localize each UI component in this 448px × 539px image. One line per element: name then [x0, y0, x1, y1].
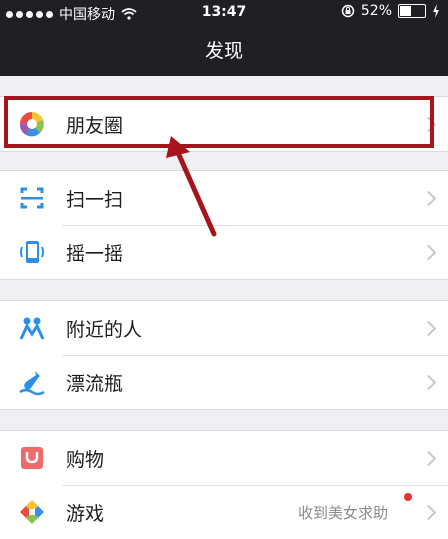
menu-item-scan[interactable]: 扫一扫 [0, 171, 448, 225]
battery-icon [398, 4, 426, 18]
drift-bottle-icon [19, 371, 45, 396]
highlight-box [4, 96, 434, 148]
charging-icon [433, 4, 439, 18]
notification-badge [404, 493, 412, 501]
menu-item-label: 扫一扫 [66, 188, 124, 211]
chevron-right-icon [420, 504, 437, 520]
menu-item-label: 摇一摇 [66, 242, 124, 265]
group-shopping-games: 购物 游戏 收到美女求助 [0, 430, 448, 539]
shake-icon [20, 241, 44, 263]
chevron-right-icon [420, 320, 437, 336]
menu-item-label: 游戏 [66, 502, 105, 525]
menu-item-shake[interactable]: 摇一摇 [0, 225, 448, 279]
chevron-right-icon [420, 374, 437, 390]
menu-item-games[interactable]: 游戏 收到美女求助 [0, 485, 448, 539]
scan-icon [20, 187, 44, 209]
menu-item-label: 购物 [66, 448, 105, 471]
group-scan-shake: 扫一扫 摇一摇 [0, 170, 448, 280]
chevron-right-icon [420, 244, 437, 260]
status-bar: 中国移动 13:47 52% [0, 0, 448, 26]
page-title: 发现 [204, 40, 243, 62]
menu-item-drift-bottle[interactable]: 漂流瓶 [0, 355, 448, 409]
nav-bar: 发现 [0, 26, 448, 76]
games-icon [20, 500, 44, 524]
menu-item-label: 漂流瓶 [66, 372, 124, 395]
people-nearby-icon [19, 317, 45, 340]
rotation-lock-icon [341, 4, 355, 18]
menu-item-shopping[interactable]: 购物 [0, 431, 448, 485]
chevron-right-icon [420, 190, 437, 206]
menu-item-people-nearby[interactable]: 附近的人 [0, 301, 448, 355]
chevron-right-icon [420, 450, 437, 466]
status-right: 52% [341, 3, 440, 19]
battery-label: 52% [360, 3, 392, 19]
games-subtitle: 收到美女求助 [297, 503, 388, 522]
shopping-icon [21, 447, 43, 469]
menu-item-label: 附近的人 [66, 318, 143, 341]
group-nearby-bottle: 附近的人 漂流瓶 [0, 300, 448, 410]
